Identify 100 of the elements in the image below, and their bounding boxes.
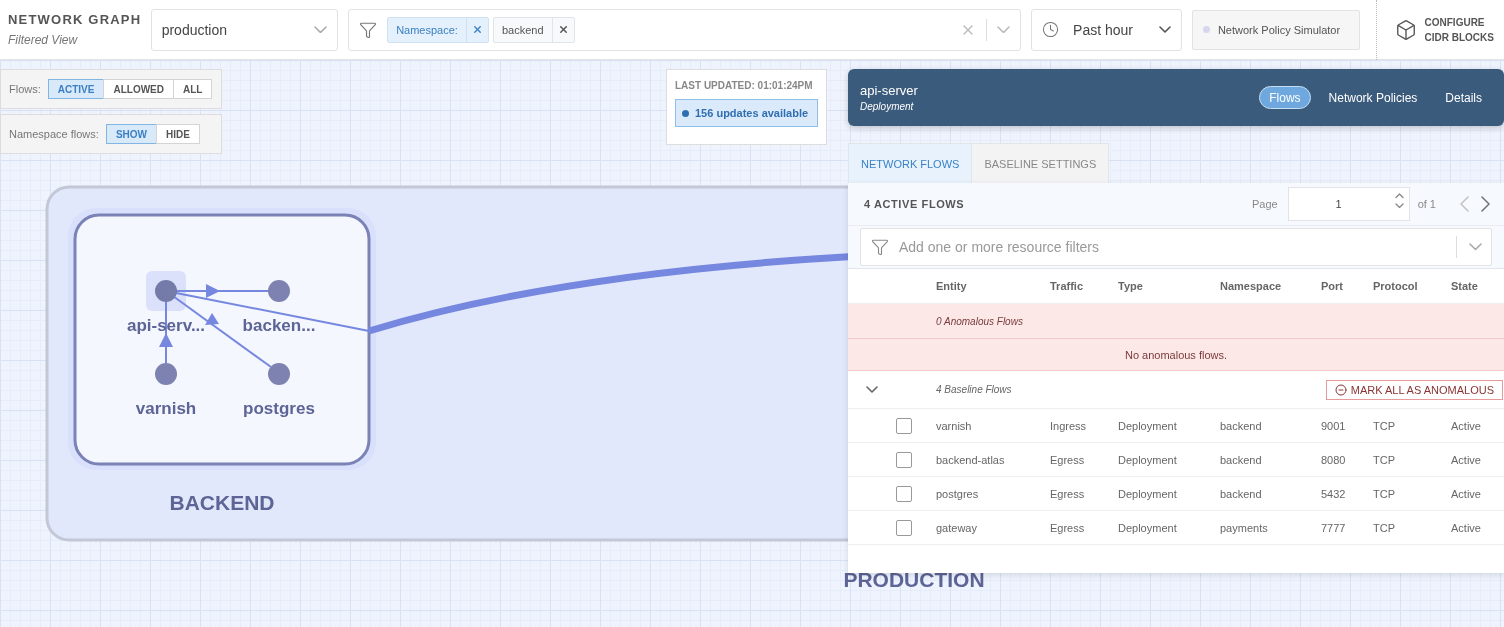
- table-cell-text: payments: [1220, 521, 1269, 534]
- clock-icon: [1042, 21, 1060, 38]
- collapse-toggle[interactable]: [866, 386, 878, 393]
- toggle-option[interactable]: ALLOWED: [103, 79, 174, 99]
- node-dot[interactable]: [155, 280, 177, 302]
- toggle-option[interactable]: ALL: [173, 79, 213, 99]
- table-cell-text: Active: [1451, 487, 1482, 500]
- filter-icon: [359, 20, 378, 39]
- table-cell-text: Ingress: [1050, 419, 1088, 432]
- table-cell-text: 9001: [1321, 419, 1347, 432]
- dot-icon: [1202, 26, 1210, 33]
- chip-label: backend: [500, 23, 545, 36]
- entity-title: api-server: [860, 83, 919, 98]
- column-header[interactable]: Traffic: [1050, 280, 1118, 292]
- row-checkbox[interactable]: [896, 451, 912, 468]
- table-cell-text: 7777: [1321, 521, 1347, 534]
- node-label: postgres: [243, 399, 315, 418]
- chevron-down-icon: [1158, 26, 1171, 33]
- close-icon: [471, 24, 483, 35]
- column-header[interactable]: Type: [1118, 280, 1220, 292]
- chevron-down-icon: [997, 25, 1011, 34]
- chevron-down-icon: [1469, 243, 1482, 251]
- simulator-button[interactable]: Network Policy Simulator: [1191, 9, 1360, 50]
- table-cell-text: Active: [1451, 453, 1482, 466]
- chevron-down-icon: [314, 25, 328, 34]
- node-dot[interactable]: [268, 363, 290, 385]
- search-filter-field[interactable]: Namespace: backend: [348, 8, 1022, 51]
- updates-button[interactable]: 156 updates available: [675, 99, 818, 127]
- deployment-group-box[interactable]: [73, 213, 371, 466]
- table-cell-text: Egress: [1050, 487, 1086, 500]
- table-cell-text: 8080: [1321, 453, 1347, 466]
- group-label: BACKEND: [169, 491, 275, 514]
- chevron-right-icon: [1481, 196, 1490, 212]
- node-label: backen...: [242, 316, 316, 335]
- column-header[interactable]: Entity: [936, 280, 1050, 292]
- flows-count: 4 ACTIVE FLOWS: [864, 198, 966, 210]
- toggle-label: Flows:: [9, 83, 41, 95]
- toggle-label: Namespace flows:: [9, 128, 99, 140]
- row-checkbox[interactable]: [896, 417, 912, 434]
- table-cell-text: TCP: [1373, 419, 1396, 432]
- column-header[interactable]: State: [1451, 280, 1504, 292]
- decrement-icon[interactable]: [1394, 202, 1404, 208]
- page-subtitle: Filtered View: [8, 33, 79, 47]
- cluster-select[interactable]: production: [150, 8, 339, 51]
- table-cell-text: TCP: [1373, 521, 1396, 534]
- column-header[interactable]: Protocol: [1373, 280, 1451, 292]
- toggle-option[interactable]: SHOW: [105, 124, 157, 144]
- toggle-option[interactable]: ACTIVE: [47, 79, 105, 99]
- column-header[interactable]: Namespace: [1220, 280, 1321, 292]
- group-title: 0 Anomalous Flows: [936, 315, 1024, 327]
- table-cell-text: postgres: [936, 487, 980, 500]
- cube-icon: [1394, 18, 1417, 41]
- column-header[interactable]: Port: [1321, 280, 1373, 292]
- page-title: NETWORK GRAPH: [8, 12, 143, 27]
- empty-message: No anomalous flows.: [1123, 348, 1229, 361]
- table-cell-text: TCP: [1373, 453, 1396, 466]
- toggle-option[interactable]: HIDE: [156, 124, 200, 144]
- page-field[interactable]: 1: [1287, 187, 1410, 221]
- last-updated-label: LAST UPDATED: 01:01:24PM: [675, 80, 814, 91]
- chevron-down-icon: [866, 386, 878, 393]
- panel-tab[interactable]: Network Policies: [1318, 86, 1428, 109]
- table-cell-text: Deployment: [1118, 521, 1178, 534]
- minus-circle-icon: [1334, 383, 1347, 396]
- node-dot[interactable]: [155, 363, 177, 385]
- page-label: Page: [1251, 198, 1278, 210]
- table-cell-text: backend: [1220, 453, 1263, 466]
- filter-icon: [871, 238, 889, 256]
- table-cell-text: Egress: [1050, 521, 1086, 534]
- table-cell-text: backend-atlas: [936, 453, 1006, 466]
- page-total: of 1: [1417, 198, 1436, 210]
- time-select[interactable]: Past hour: [1031, 8, 1182, 51]
- table-cell-text: Egress: [1050, 453, 1086, 466]
- subtab[interactable]: NETWORK FLOWS: [848, 143, 973, 183]
- configure-cidr-button[interactable]: CONFIGURE CIDR BLOCKS: [1376, 14, 1504, 45]
- chip-label: Namespace:: [395, 23, 459, 36]
- mark-anomalous-button[interactable]: MARK ALL AS ANOMALOUS: [1325, 379, 1503, 400]
- panel-tab[interactable]: Details: [1435, 86, 1492, 109]
- table-cell-text: Active: [1451, 419, 1482, 432]
- subtab[interactable]: BASELINE SETTINGS: [971, 143, 1110, 183]
- node-label: varnish: [135, 399, 197, 418]
- namespace-label: PRODUCTION: [843, 568, 985, 591]
- table-cell-text: gateway: [936, 521, 978, 534]
- increment-icon[interactable]: [1394, 193, 1404, 199]
- table-cell-text: Deployment: [1118, 487, 1178, 500]
- chevron-left-icon: [1460, 196, 1469, 212]
- resource-filter-field[interactable]: Add one or more resource filters: [860, 228, 1492, 266]
- table-cell-text: TCP: [1373, 487, 1396, 500]
- table-cell-text: varnish: [936, 419, 973, 432]
- row-checkbox[interactable]: [896, 485, 912, 502]
- table-cell-text: backend: [1220, 487, 1263, 500]
- table-cell-text: Deployment: [1118, 419, 1178, 432]
- node-dot[interactable]: [268, 280, 290, 302]
- group-title: 4 Baseline Flows: [936, 384, 1013, 395]
- table-cell-text: 5432: [1321, 487, 1347, 500]
- table-cell-text: Active: [1451, 521, 1482, 534]
- table-cell-text: Deployment: [1118, 453, 1178, 466]
- close-icon: [557, 24, 569, 35]
- entity-type: Deployment: [860, 101, 915, 112]
- row-checkbox[interactable]: [896, 519, 912, 536]
- table-cell-text: backend: [1220, 419, 1263, 432]
